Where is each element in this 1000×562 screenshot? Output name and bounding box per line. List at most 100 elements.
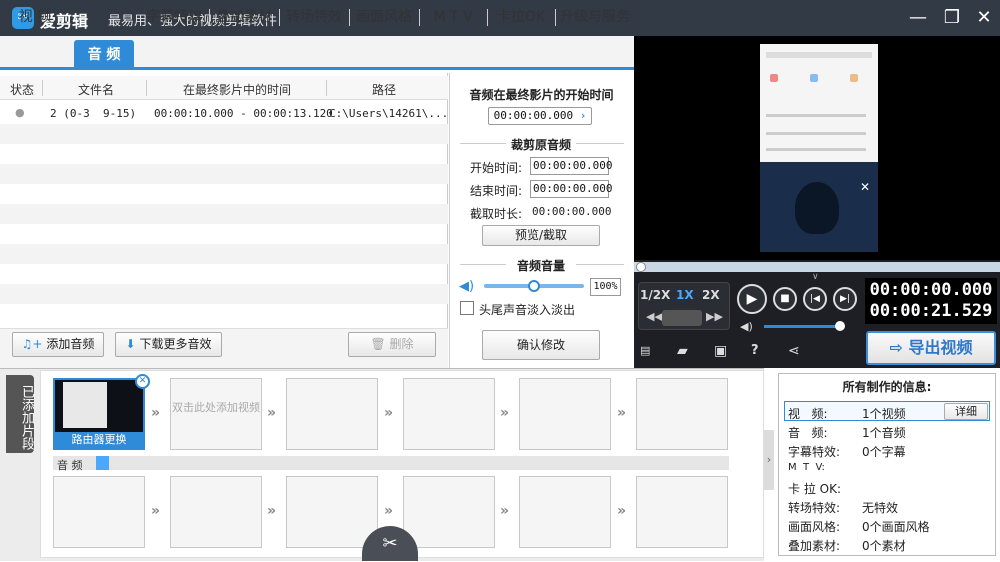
share-icon[interactable]: ⋖	[788, 343, 800, 359]
tab-subtitle-effects[interactable]: 字幕特效	[142, 4, 206, 30]
empty-clip-slot[interactable]	[170, 476, 262, 548]
stop-icon[interactable]: ■	[773, 287, 797, 311]
speaker-icon: ◀)	[459, 279, 475, 294]
empty-clip-slot[interactable]	[286, 378, 378, 450]
audio-clip-block[interactable]	[96, 456, 109, 470]
remove-clip-icon[interactable]: ✕	[135, 374, 150, 389]
column-divider	[146, 80, 147, 96]
new-project-icon[interactable]: ▤	[640, 344, 650, 357]
column-divider	[326, 80, 327, 96]
add-music-icon: ♫+	[21, 337, 43, 351]
open-folder-icon[interactable]: ▰	[677, 343, 688, 359]
empty-clip-slot[interactable]: 双击此处添加视频	[170, 378, 262, 450]
arrow-icon: »	[617, 503, 627, 519]
volume-icon[interactable]: ◀)	[740, 320, 753, 333]
panel-collapse-icon[interactable]: ›	[764, 430, 774, 490]
start-time-field[interactable]: 00:00:00.000 ›	[488, 107, 592, 125]
duration-value: 00:00:00.000	[532, 205, 612, 218]
volume-slider-track[interactable]	[484, 280, 584, 292]
player-volume-knob[interactable]	[835, 321, 845, 331]
preview-trim-button[interactable]: 预览/截取	[482, 225, 600, 246]
empty-row	[0, 164, 448, 184]
add-audio-button[interactable]: ♫+ 添加音频	[12, 332, 104, 357]
column-header-status[interactable]: 状态	[10, 81, 34, 98]
tab-upgrade[interactable]: 升级与服务	[558, 4, 632, 30]
start-time-label: 音频在最终影片的开始时间	[469, 88, 614, 102]
empty-clip-slot[interactable]	[403, 378, 495, 450]
previous-frame-icon[interactable]: |◀	[803, 287, 827, 311]
timeline-knob[interactable]	[636, 262, 646, 272]
help-icon[interactable]: ?	[751, 343, 759, 358]
detail-button[interactable]: 详细	[944, 403, 988, 420]
empty-clip-slot[interactable]	[636, 378, 728, 450]
cell-filename: 2 (0-3 9-15)	[50, 107, 137, 120]
tab-overlay[interactable]: 叠加素材	[212, 4, 276, 30]
cell-time: 00:00:10.000 - 00:00:13.120	[154, 107, 333, 120]
preview-timeline[interactable]	[634, 262, 1000, 272]
tab-karaoke[interactable]: 卡拉OK	[490, 4, 552, 30]
clip-preview-image	[63, 382, 107, 428]
empty-clip-slot[interactable]	[519, 476, 611, 548]
fade-checkbox[interactable]	[460, 301, 474, 315]
empty-row	[0, 204, 448, 224]
begin-time-input[interactable]: 00:00:00.000	[530, 157, 612, 175]
info-label: 卡 拉 OK:	[788, 482, 841, 496]
confirm-button[interactable]: 确认修改	[482, 330, 600, 360]
arrow-icon: »	[267, 405, 277, 421]
audio-track[interactable]	[53, 456, 729, 470]
export-video-button[interactable]: ⇨ 导出视频	[866, 331, 996, 365]
info-value: 0个素材	[862, 539, 906, 553]
next-frame-icon[interactable]: ▶|	[833, 287, 857, 311]
info-title: 所有制作的信息:	[842, 380, 932, 394]
tab-divider	[349, 9, 350, 26]
info-value: 1个音频	[862, 426, 906, 440]
player-volume-track[interactable]	[764, 325, 838, 328]
empty-clip-slot[interactable]	[403, 476, 495, 548]
preview-frame-bottom: ✕	[760, 162, 878, 252]
minimize-button[interactable]: —	[906, 6, 930, 30]
tab-transition[interactable]: 转场特效	[282, 4, 346, 30]
empty-row	[0, 124, 448, 144]
maximize-button[interactable]: ❐	[940, 6, 964, 30]
arrow-icon: »	[151, 503, 161, 519]
column-header-filename[interactable]: 文件名	[78, 81, 114, 98]
column-header-time[interactable]: 在最终影片中的时间	[183, 81, 291, 98]
tab-mtv[interactable]: M T V	[422, 4, 484, 30]
chevron-down-icon[interactable]: ∨	[812, 272, 819, 282]
empty-clip-slot[interactable]	[636, 476, 728, 548]
jog-wheel[interactable]	[662, 310, 702, 326]
empty-clip-slot[interactable]	[519, 378, 611, 450]
end-time-input[interactable]: 00:00:00.000	[530, 180, 612, 198]
fade-label: 头尾声音淡入淡出	[479, 303, 576, 317]
empty-clip-slot[interactable]	[286, 476, 378, 548]
info-label: 画面风格:	[788, 520, 841, 534]
delete-button[interactable]: 🗑 删除	[348, 332, 436, 357]
info-label: 叠加素材:	[788, 539, 841, 553]
close-button[interactable]: ✕	[972, 6, 996, 30]
empty-clip-slot[interactable]	[53, 476, 145, 548]
info-label: 转场特效:	[788, 501, 841, 515]
tab-video[interactable]: 视 频	[6, 4, 64, 30]
tab-audio[interactable]: 音 频	[74, 40, 134, 70]
arrow-icon: »	[267, 503, 277, 519]
column-header-path[interactable]: 路径	[372, 81, 396, 98]
speed-double[interactable]: 2X	[702, 288, 720, 302]
table-row[interactable]: ● 2 (0-3 9-15) 00:00:10.000 - 00:00:13.1…	[0, 104, 448, 124]
tab-divider	[487, 9, 488, 26]
tab-divider	[419, 9, 420, 26]
status-dot-icon: ●	[15, 106, 25, 119]
info-label: 视 频:	[788, 407, 828, 421]
start-time-value: 00:00:00.000	[493, 109, 574, 122]
fast-forward-icon[interactable]: ▶▶	[706, 310, 723, 323]
download-more-button[interactable]: ⬇ 下载更多音效	[115, 332, 222, 357]
save-icon[interactable]: ▣	[714, 343, 727, 359]
play-icon[interactable]: ▶	[737, 284, 767, 314]
time-total: 00:00:21.529	[869, 301, 993, 321]
rewind-icon[interactable]: ◀◀	[646, 310, 663, 323]
clip-thumbnail[interactable]: 路由器更换	[53, 378, 145, 450]
volume-value[interactable]: 100%	[590, 278, 621, 296]
tab-picture-style[interactable]: 画面风格	[352, 4, 416, 30]
speed-half[interactable]: 1/2X	[640, 288, 670, 302]
speed-normal[interactable]: 1X	[676, 288, 694, 302]
volume-slider-knob[interactable]	[528, 280, 540, 292]
